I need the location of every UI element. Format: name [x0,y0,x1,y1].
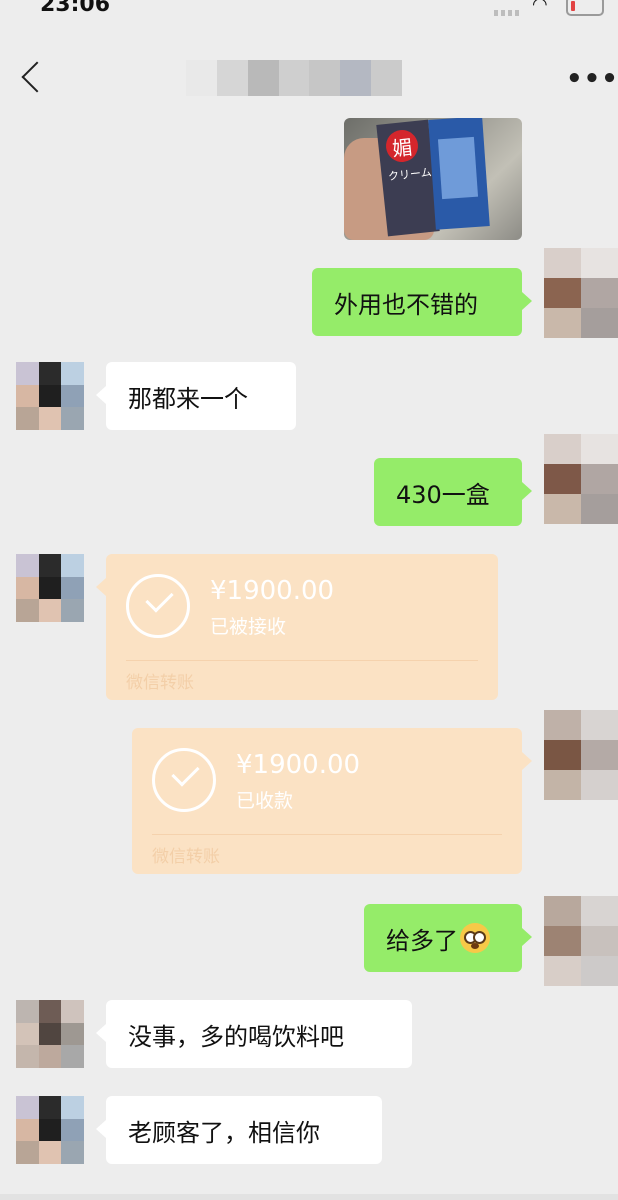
image-message[interactable]: 媚 クリーム [344,118,522,240]
message-text: 外用也不错的 [334,290,478,319]
message-text: 430一盒 [396,480,490,509]
transfer-amount: ¥1900.00 [210,576,335,606]
avatar[interactable] [544,434,618,524]
avatar[interactable] [16,554,84,622]
avatar[interactable] [544,710,618,800]
more-icon[interactable]: ••• [566,64,618,94]
message-bubble[interactable]: 外用也不错的 [312,268,532,336]
avatar[interactable] [16,1000,84,1068]
chat-title-pixelated [186,60,403,96]
check-circle-icon [152,748,216,812]
back-icon[interactable] [21,61,53,93]
battery-icon [566,0,604,16]
status-bar: 23:06 ◠ [0,0,618,22]
message-bubble[interactable]: 没事，多的喝饮料吧 [96,1000,412,1068]
message-bubble[interactable]: 老顾客了，相信你 [96,1096,382,1164]
transfer-footer: 微信转账 [126,673,194,693]
transfer-footer: 微信转账 [152,847,220,867]
message-text: 那都来一个 [128,384,248,413]
message-bubble[interactable]: 430一盒 [374,458,532,526]
avatar[interactable] [544,896,618,986]
message-bubble[interactable]: 那都来一个 [96,362,296,430]
status-time: 23:06 [40,0,111,17]
transfer-status: 已被接收 [210,616,287,638]
check-circle-icon [126,574,190,638]
transfer-card[interactable]: ¥1900.00 已收款 微信转账 [132,728,532,874]
flushed-face-emoji-icon [460,923,490,953]
wifi-icon: ◠ [532,0,548,15]
transfer-amount: ¥1900.00 [236,750,361,780]
message-bubble[interactable]: 给多了 [364,904,532,972]
avatar[interactable] [544,248,618,338]
message-text: 给多了 [386,926,458,955]
input-bar-edge [0,1194,618,1200]
divider [126,660,478,661]
nav-bar: ••• [0,40,618,118]
transfer-status: 已收款 [236,790,294,812]
message-text: 没事，多的喝饮料吧 [128,1022,344,1051]
avatar[interactable] [16,1096,84,1164]
message-text: 老顾客了，相信你 [128,1118,320,1147]
signal-icon [494,10,522,16]
transfer-card[interactable]: ¥1900.00 已被接收 微信转账 [96,554,498,700]
avatar[interactable] [16,362,84,430]
divider [152,834,502,835]
